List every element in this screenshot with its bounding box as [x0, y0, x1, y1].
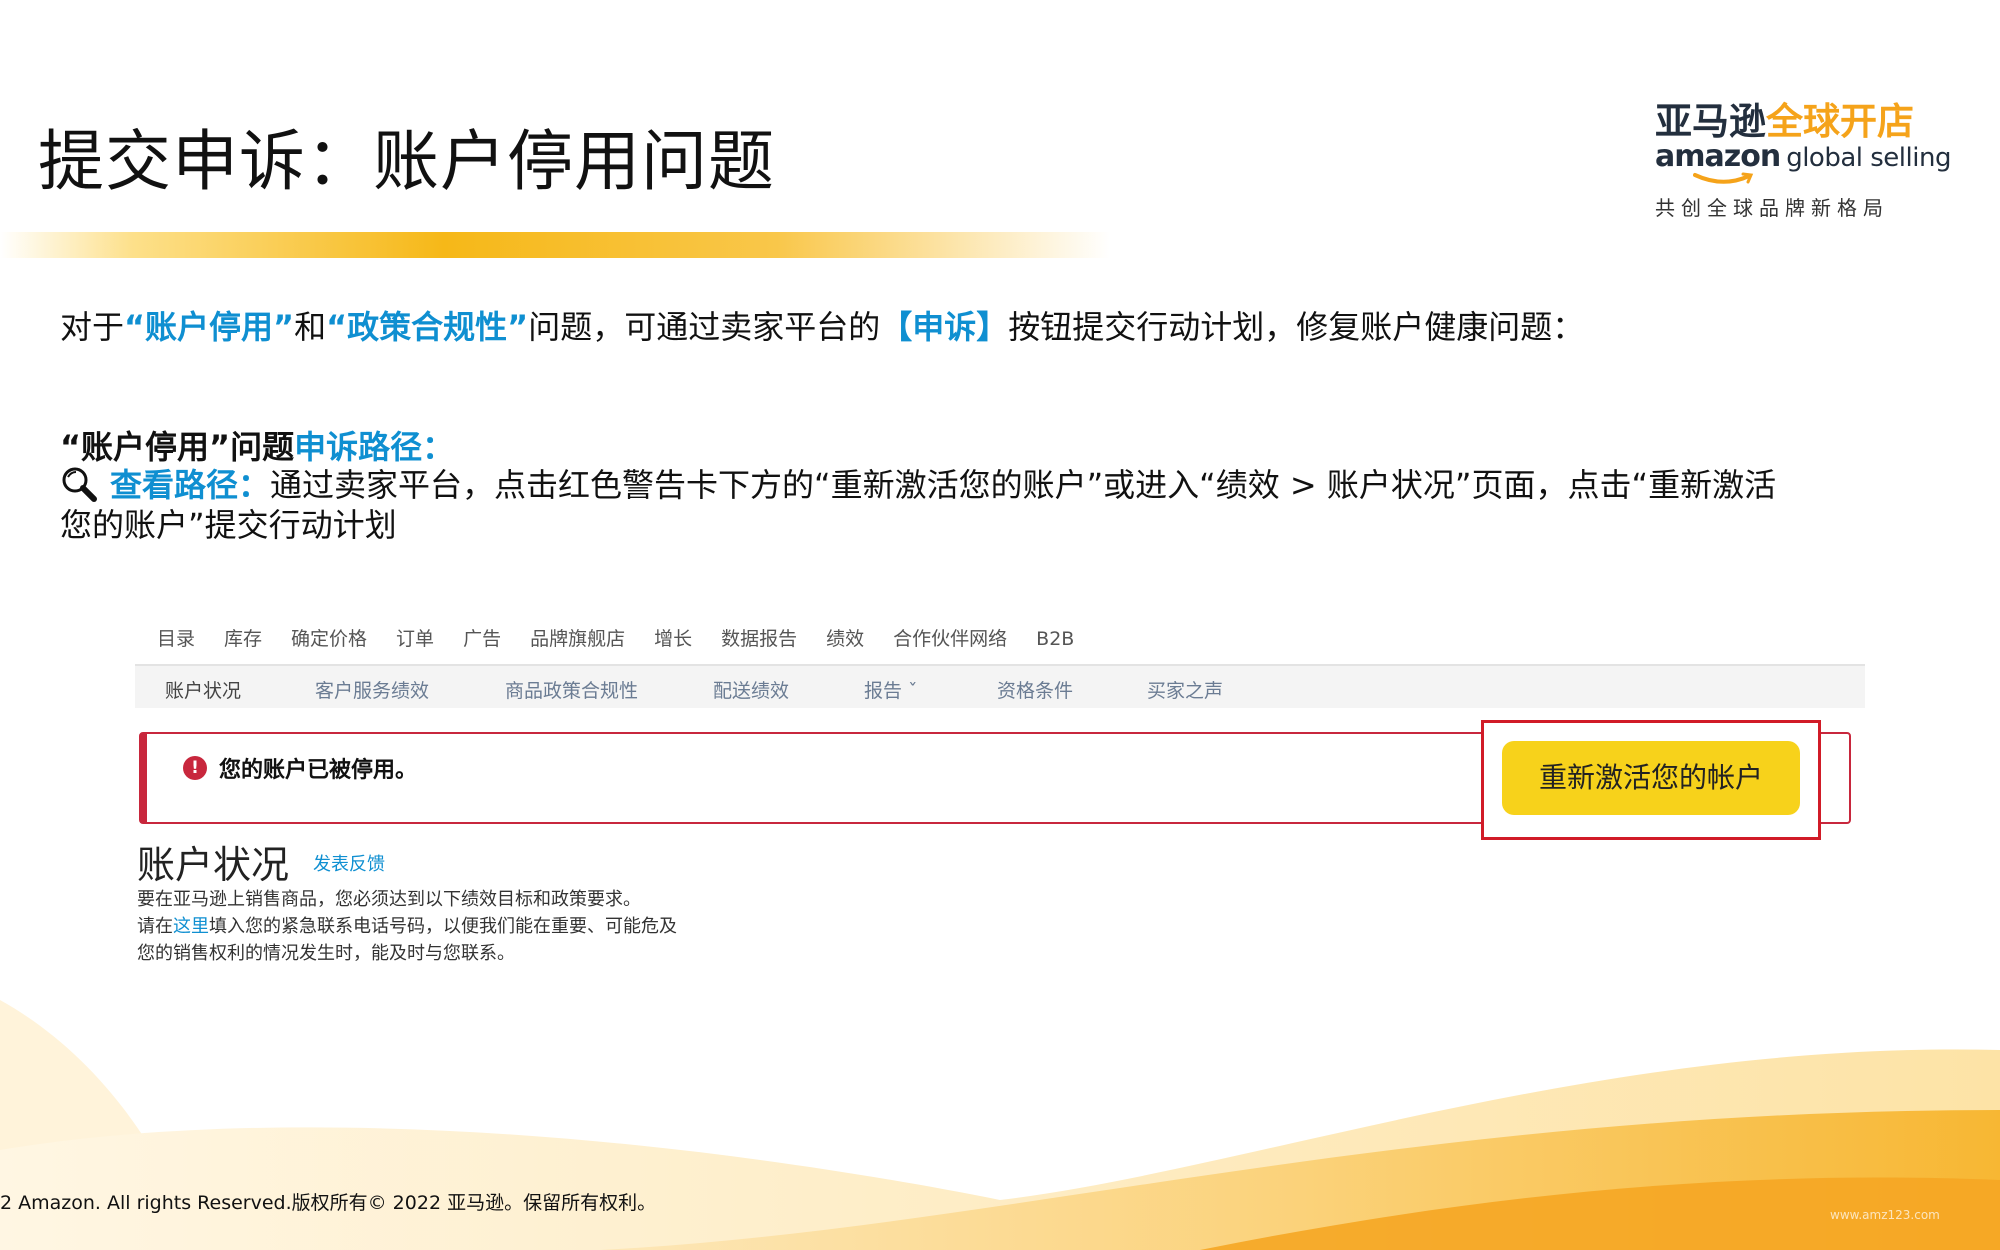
- page-title: 提交申诉：账户停用问题: [38, 123, 775, 200]
- logo-slogan: 共创全球品牌新格局: [1655, 196, 1889, 220]
- top-nav-b2b[interactable]: B2B: [1036, 628, 1074, 650]
- feedback-link[interactable]: 发表反馈: [313, 850, 385, 876]
- amazon-global-selling-logo: 亚马逊全球开店 amazon global selling 共创全球品牌新格局: [1655, 100, 1951, 227]
- appeal-path-heading-blue: 申诉路径：: [294, 428, 455, 466]
- sub-nav-voice-of-customer[interactable]: 买家之声: [1147, 676, 1223, 703]
- sub-nav-policy-compliance[interactable]: 商品政策合规性: [505, 676, 638, 703]
- sub-nav-account-health[interactable]: 账户状况: [165, 676, 241, 703]
- view-path-text: 通过卖家平台，点击红色警告卡下方的“重新激活您的账户”或进入“绩效 > 账户状况…: [60, 466, 1777, 544]
- description-line-2-suffix: 填入您的紧急联系电话号码，以便我们能在重要、可能危及您的销售权利的情况发生时，能…: [137, 916, 677, 964]
- top-nav-stores[interactable]: 品牌旗舰店: [530, 628, 625, 650]
- reactivate-account-button[interactable]: 重新激活您的帐户: [1502, 741, 1800, 815]
- appeal-path-heading-black: “账户停用”问题: [60, 428, 295, 466]
- top-nav-growth[interactable]: 增长: [654, 628, 692, 650]
- top-nav-catalog[interactable]: 目录: [157, 628, 195, 650]
- logo-global-selling: global selling: [1786, 143, 1951, 173]
- description-line-2-prefix: 请在: [137, 916, 173, 937]
- intro-paragraph: 对于“账户停用”和“政策合规性”问题，可通过卖家平台的【申诉】按钮提交行动计划，…: [60, 305, 1584, 349]
- logo-cn-part1: 亚马逊: [1655, 100, 1766, 143]
- top-nav-advertising[interactable]: 广告: [463, 628, 501, 650]
- here-link[interactable]: 这里: [173, 916, 209, 937]
- intro-highlight-appeal: 【申诉】: [880, 308, 1009, 346]
- view-path-label: 查看路径：: [110, 466, 271, 504]
- sub-nav-shipping-performance[interactable]: 配送绩效: [713, 676, 789, 703]
- top-nav-reports[interactable]: 数据报告: [721, 628, 797, 650]
- sub-nav-eligibility[interactable]: 资格条件: [997, 676, 1073, 703]
- logo-amazon-wordmark: amazon: [1655, 139, 1781, 174]
- alert-message: 您的账户已被停用。: [219, 758, 418, 783]
- seller-central-screenshot: 目录 库存 确定价格 订单 广告 品牌旗舰店 增长 数据报告 绩效 合作伙伴网络 B2B 账户状况 …: [135, 612, 1865, 997]
- top-nav-performance[interactable]: 绩效: [826, 628, 864, 650]
- description-line-1: 要在亚马逊上销售商品，您必须达到以下绩效目标和政策要求。: [137, 889, 641, 910]
- appeal-path-body: 查看路径：通过卖家平台，点击红色警告卡下方的“重新激活您的账户”或进入“绩效 >…: [60, 465, 1800, 545]
- top-nav: 目录 库存 确定价格 订单 广告 品牌旗舰店 增长 数据报告 绩效 合作伙伴网络 B2B: [157, 624, 1103, 651]
- top-nav-pricing[interactable]: 确定价格: [291, 628, 367, 650]
- logo-cn-part2: 全球开店: [1766, 100, 1914, 143]
- reactivate-highlight-box: 重新激活您的帐户: [1481, 720, 1821, 840]
- alert-icon: !: [183, 756, 207, 780]
- title-underline-bar: [0, 232, 1110, 258]
- sub-nav-customer-service[interactable]: 客户服务绩效: [315, 676, 429, 703]
- intro-text-3: 问题，可通过卖家平台的: [528, 308, 881, 346]
- intro-highlight-policy: “政策合规性”: [326, 308, 529, 346]
- sub-nav-reports-dropdown[interactable]: 报告 ˇ: [864, 676, 918, 703]
- intro-highlight-deactivation: “账户停用”: [124, 308, 295, 346]
- sub-nav: 账户状况 客户服务绩效 商品政策合规性 配送绩效 报告 ˇ 资格条件 买家之声: [135, 664, 1865, 708]
- intro-text-4: 按钮提交行动计划，修复账户健康问题：: [1008, 308, 1585, 346]
- account-health-title: 账户状况: [137, 843, 290, 887]
- intro-text-2: 和: [294, 308, 327, 346]
- copyright-footer: 2 Amazon. All rights Reserved.版权所有© 2022…: [0, 1192, 657, 1214]
- top-nav-partner-network[interactable]: 合作伙伴网络: [893, 628, 1007, 650]
- top-nav-orders[interactable]: 订单: [396, 628, 434, 650]
- watermark: www.amz123.com: [1830, 1208, 1940, 1222]
- top-nav-inventory[interactable]: 库存: [224, 628, 262, 650]
- description-line-2: 请在这里填入您的紧急联系电话号码，以便我们能在重要、可能危及您的销售权利的情况发…: [137, 913, 677, 967]
- appeal-path-heading: “账户停用”问题申诉路径：: [60, 426, 454, 468]
- magnifier-icon: [62, 467, 97, 502]
- account-health-description: 要在亚马逊上销售商品，您必须达到以下绩效目标和政策要求。 请在这里填入您的紧急联…: [137, 886, 677, 967]
- intro-text-1: 对于: [60, 308, 125, 346]
